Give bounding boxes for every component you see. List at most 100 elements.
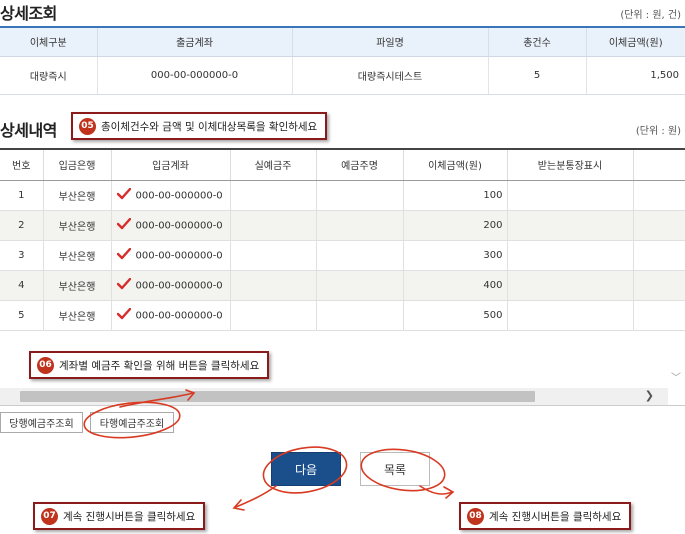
vertical-scrollbar[interactable]: ﹀	[667, 148, 685, 388]
recipient-memo	[506, 180, 633, 211]
check-icon	[116, 307, 131, 323]
row-number: 2	[0, 210, 43, 241]
deposit-account-cell: 000-00-000000-0	[110, 180, 230, 211]
total-amount: 1,500	[585, 56, 685, 95]
deposit-account: 000-00-000000-0	[135, 250, 223, 261]
details-title: 상세내역	[0, 121, 57, 140]
callout-text: 총이체건수와 금액 및 이체대상목록을 확인하세요	[101, 120, 318, 133]
transfer-amount: 300	[402, 240, 507, 271]
withdrawal-account: 000-00-000000-0	[96, 56, 292, 95]
table-row: 2부산은행000-00-000000-0200정	[0, 210, 685, 241]
details-header: 이체금액(원)	[402, 148, 507, 181]
recipient-memo	[506, 240, 633, 271]
deposit-account: 000-00-000000-0	[135, 310, 223, 321]
arrowhead	[232, 499, 245, 511]
annotation-arrow	[419, 485, 453, 495]
deposit-account-cell: 000-00-000000-0	[110, 270, 230, 301]
scroll-right-icon[interactable]: ❯	[645, 389, 654, 402]
transfer-type: 대량즉시	[0, 56, 97, 95]
details-header: 입금은행	[42, 148, 111, 181]
deposit-account: 000-00-000000-0	[135, 220, 223, 231]
real-holder	[229, 270, 316, 301]
row-number: 1	[0, 180, 43, 211]
deposit-account: 000-00-000000-0	[135, 190, 223, 201]
details-header: 예금주명	[315, 148, 403, 181]
real-holder	[229, 210, 316, 241]
deposit-account-cell: 000-00-000000-0	[110, 300, 230, 331]
callout-text: 계속 진행시버튼을 클릭하세요	[489, 510, 622, 523]
transfer-amount: 200	[402, 210, 507, 241]
details-header: 받는분통장표시	[506, 148, 633, 181]
table-row: 5부산은행000-00-000000-0500정	[0, 300, 685, 331]
callout-06: 06 계좌별 예금주 확인을 위해 버튼을 클릭하세요	[29, 351, 270, 379]
details-header: 번호	[0, 148, 43, 181]
other-bank-holder-lookup-button[interactable]: 타행예금주조회	[90, 412, 174, 433]
details-table: 번호 입금은행 입금계좌 실예금주 예금주명 이체금액(원) 받는분통장표시 상…	[0, 148, 685, 331]
summary-row: 대량즉시 000-00-000000-0 대량즉시테스트 5 1,500	[0, 56, 685, 95]
callout-text: 계좌별 예금주 확인을 위해 버튼을 클릭하세요	[59, 359, 260, 372]
callout-05: 05 총이체건수와 금액 및 이체대상목록을 확인하세요	[71, 112, 328, 140]
scroll-down-icon[interactable]: ﹀	[671, 369, 681, 384]
total-count: 5	[487, 56, 586, 95]
recipient-memo	[506, 300, 633, 331]
callout-number-badge: 08	[467, 507, 484, 525]
deposit-bank: 부산은행	[42, 270, 111, 301]
deposit-account-cell: 000-00-000000-0	[110, 210, 230, 241]
annotation-arrow	[235, 485, 277, 508]
deposit-bank: 부산은행	[42, 180, 111, 211]
deposit-account-cell: 000-00-000000-0	[110, 240, 230, 271]
row-number: 4	[0, 270, 43, 301]
callout-number-badge: 05	[79, 117, 96, 135]
table-row: 4부산은행000-00-000000-0400정	[0, 270, 685, 301]
own-bank-holder-lookup-button[interactable]: 당행예금주조회	[0, 412, 83, 433]
holder-name	[315, 300, 403, 331]
check-icon	[116, 247, 131, 263]
row-number: 3	[0, 240, 43, 271]
recipient-memo	[506, 270, 633, 301]
details-header: 실예금주	[229, 148, 316, 181]
table-row: 3부산은행000-00-000000-0300정	[0, 240, 685, 271]
callout-07: 07 계속 진행시버튼을 클릭하세요	[33, 502, 206, 530]
holder-name	[315, 270, 403, 301]
summary-title: 상세조회	[0, 4, 57, 23]
deposit-account: 000-00-000000-0	[135, 280, 223, 291]
scrollbar-thumb[interactable]	[20, 391, 535, 402]
transfer-amount: 100	[402, 180, 507, 211]
deposit-bank: 부산은행	[42, 300, 111, 331]
details-header-row: 번호 입금은행 입금계좌 실예금주 예금주명 이체금액(원) 받는분통장표시 상…	[0, 148, 685, 181]
transfer-amount: 500	[402, 300, 507, 331]
summary-table: 이체구분 출금계좌 파일명 총건수 이체금액(원) 대량즉시 000-00-00…	[0, 26, 685, 95]
transfer-amount: 400	[402, 270, 507, 301]
check-icon	[116, 217, 131, 233]
details-unit: (단위 : 원)	[635, 126, 681, 137]
summary-header: 이체금액(원)	[585, 26, 685, 57]
real-holder	[229, 180, 316, 211]
callout-number-badge: 07	[41, 507, 58, 525]
holder-name	[315, 240, 403, 271]
callout-number-badge: 06	[37, 356, 54, 374]
deposit-bank: 부산은행	[42, 240, 111, 271]
holder-name	[315, 180, 403, 211]
real-holder	[229, 240, 316, 271]
callout-text: 계속 진행시버튼을 클릭하세요	[63, 510, 196, 523]
details-header: 입금계좌	[110, 148, 230, 181]
deposit-bank: 부산은행	[42, 210, 111, 241]
summary-header: 총건수	[487, 26, 586, 57]
check-icon	[116, 187, 131, 203]
check-icon	[116, 277, 131, 293]
row-number: 5	[0, 300, 43, 331]
holder-name	[315, 210, 403, 241]
summary-header-row: 이체구분 출금계좌 파일명 총건수 이체금액(원)	[0, 26, 685, 57]
summary-header: 출금계좌	[96, 26, 292, 57]
arrowhead	[443, 486, 455, 499]
callout-08: 08 계속 진행시버튼을 클릭하세요	[459, 502, 632, 530]
table-row: 1부산은행000-00-000000-0100정	[0, 180, 685, 211]
file-name: 대량즉시테스트	[291, 56, 488, 95]
horizontal-scrollbar[interactable]: ❯	[0, 388, 668, 405]
summary-header: 이체구분	[0, 26, 97, 57]
real-holder	[229, 300, 316, 331]
summary-header: 파일명	[291, 26, 488, 57]
summary-unit: (단위 : 원, 건)	[620, 10, 681, 21]
next-button[interactable]: 다음	[271, 452, 341, 486]
list-button[interactable]: 목록	[360, 452, 430, 486]
